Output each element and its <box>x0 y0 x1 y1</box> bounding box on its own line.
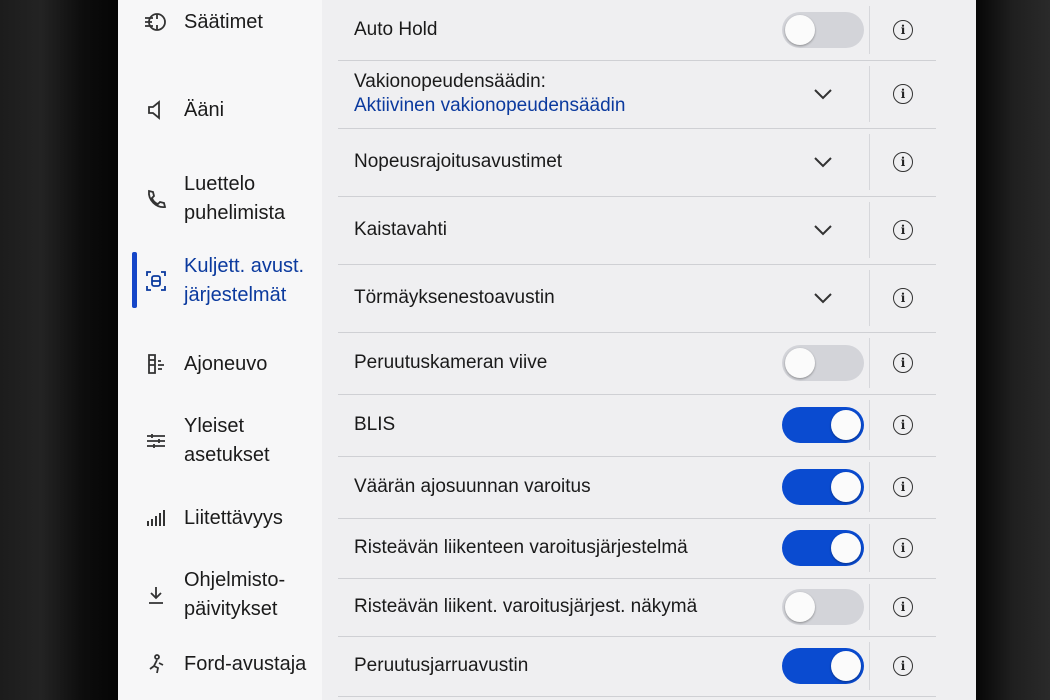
reverse-brake-assist-toggle[interactable] <box>782 648 864 684</box>
setting-label: Vakionopeudensäädin: <box>354 71 546 92</box>
auto-hold-toggle[interactable] <box>782 12 864 48</box>
driver-assist-icon <box>142 267 170 295</box>
sidebar-item-controls[interactable]: Säätimet <box>118 4 322 40</box>
sidebar-item-driver-assist[interactable]: Kuljett. avust. järjestelmät <box>118 250 322 312</box>
info-icon[interactable]: i <box>893 20 913 40</box>
info-icon[interactable]: i <box>893 538 913 558</box>
setting-row-speed-limit-assist[interactable]: Nopeusrajoitusavustimet i <box>338 128 936 197</box>
sidebar-item-label: Ajoneuvo <box>184 352 268 375</box>
setting-row-cross-traffic-alert: Risteävän liikenteen varoitusjärjestelmä… <box>338 518 936 579</box>
setting-label: Kaistavahti <box>354 219 447 240</box>
sidebar-item-connectivity[interactable]: Liitettävyys <box>118 500 322 536</box>
speaker-icon <box>142 96 170 124</box>
setting-row-cruise-control[interactable]: Vakionopeudensäädin: Aktiivinen vakionop… <box>338 60 936 129</box>
setting-label: Törmäyksenestoavustin <box>354 287 555 308</box>
setting-label: BLIS <box>354 414 396 435</box>
setting-row-pre-collision-assist[interactable]: Törmäyksenestoavustin i <box>338 264 936 333</box>
info-icon[interactable]: i <box>893 84 913 104</box>
setting-row-lane-keeping[interactable]: Kaistavahti i <box>338 196 936 265</box>
setting-row-wrong-way-alert: Väärän ajosuunnan varoitus i <box>338 456 936 519</box>
sidebar-item-label: Kuljett. avust. järjestelmät <box>184 255 305 306</box>
settings-screen: Säätimet Ääni Luettelo puhelimista Kulje… <box>118 0 976 700</box>
sidebar-item-label: Luettelo puhelimista <box>184 173 286 224</box>
screen-bezel-right <box>975 0 1050 700</box>
signal-bars-icon <box>142 504 170 532</box>
wrong-way-alert-toggle[interactable] <box>782 469 864 505</box>
sidebar-item-vehicle[interactable]: Ajoneuvo <box>118 346 322 382</box>
info-icon[interactable]: i <box>893 353 913 373</box>
settings-list: Auto Hold i Vakionopeudensäädin: Aktiivi… <box>338 0 976 700</box>
sidebar-item-label: Yleiset asetukset <box>184 415 270 466</box>
assistant-icon <box>142 650 170 678</box>
screen-bezel-left <box>0 0 118 700</box>
info-icon[interactable]: i <box>893 597 913 617</box>
cross-traffic-view-toggle[interactable] <box>782 589 864 625</box>
sidebar-item-label: Ääni <box>184 98 225 121</box>
setting-row-cross-traffic-view: Risteävän liikent. varoitusjärjest. näky… <box>338 578 936 637</box>
info-icon[interactable]: i <box>893 477 913 497</box>
controls-icon <box>142 8 170 36</box>
setting-row-reverse-brake-assist: Peruutusjarruavustin i <box>338 636 936 697</box>
sidebar-item-software-updates[interactable]: Ohjelmisto- päivitykset <box>118 564 322 626</box>
rear-camera-delay-toggle[interactable] <box>782 345 864 381</box>
setting-label: Väärän ajosuunnan varoitus <box>354 476 591 497</box>
sidebar-item-general-settings[interactable]: Yleiset asetukset <box>118 410 322 472</box>
sliders-icon <box>142 427 170 455</box>
setting-label: Peruutusjarruavustin <box>354 655 529 676</box>
sidebar-item-label: Ohjelmisto- päivitykset <box>184 569 286 620</box>
setting-label: Peruutuskameran viive <box>354 352 548 373</box>
info-icon[interactable]: i <box>893 415 913 435</box>
sidebar-item-label: Säätimet <box>184 10 263 33</box>
vehicle-icon <box>142 350 170 378</box>
download-icon <box>142 581 170 609</box>
info-icon[interactable]: i <box>893 220 913 240</box>
setting-label: Risteävän liikent. varoitusjärjest. näky… <box>354 596 698 617</box>
chevron-down-icon[interactable] <box>813 156 833 168</box>
sidebar-item-label: Liitettävyys <box>184 506 283 529</box>
sidebar-item-phonebook[interactable]: Luettelo puhelimista <box>118 168 322 230</box>
chevron-down-icon[interactable] <box>813 88 833 100</box>
info-icon[interactable]: i <box>893 656 913 676</box>
info-icon[interactable]: i <box>893 288 913 308</box>
phone-icon <box>142 185 170 213</box>
sidebar-item-audio[interactable]: Ääni <box>118 92 322 128</box>
setting-label: Risteävän liikenteen varoitusjärjestelmä <box>354 537 688 558</box>
setting-label: Auto Hold <box>354 19 438 40</box>
setting-label: Nopeusrajoitusavustimet <box>354 151 563 172</box>
settings-sidebar: Säätimet Ääni Luettelo puhelimista Kulje… <box>118 0 322 700</box>
chevron-down-icon[interactable] <box>813 292 833 304</box>
cross-traffic-alert-toggle[interactable] <box>782 530 864 566</box>
sidebar-item-label: Ford-avustaja <box>184 652 307 675</box>
sidebar-item-ford-assistant[interactable]: Ford-avustaja <box>118 646 322 682</box>
blis-toggle[interactable] <box>782 407 864 443</box>
chevron-down-icon[interactable] <box>813 224 833 236</box>
setting-row-rear-camera-delay: Peruutuskameran viive i <box>338 332 936 395</box>
setting-row-auto-hold: Auto Hold i <box>338 0 936 61</box>
info-icon[interactable]: i <box>893 152 913 172</box>
setting-row-blis: BLIS i <box>338 394 936 457</box>
setting-sublabel: Aktiivinen vakionopeudensäädin <box>354 95 626 116</box>
